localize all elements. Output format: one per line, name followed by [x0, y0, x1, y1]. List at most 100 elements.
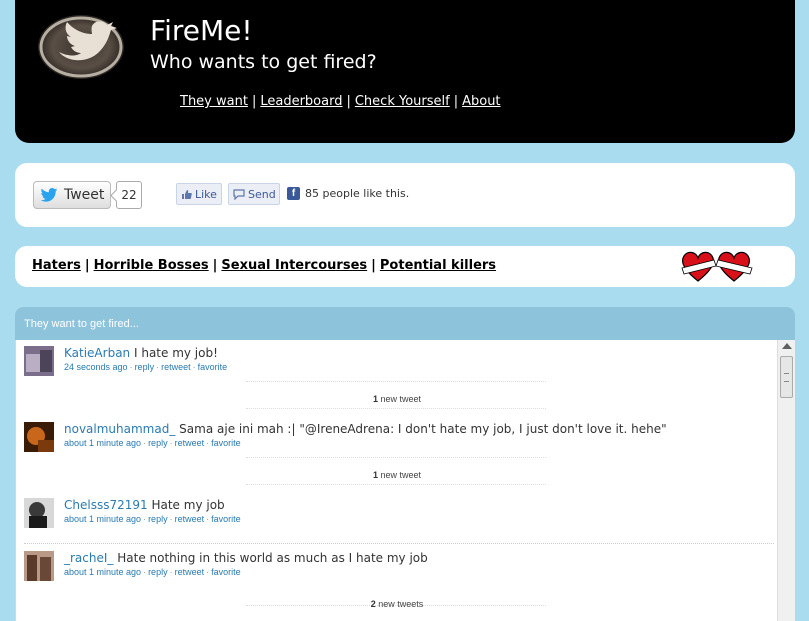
- tweet-count-badge: 22: [116, 181, 142, 209]
- facebook-icon: f: [287, 187, 300, 200]
- retweet-link[interactable]: retweet: [175, 438, 205, 448]
- tweet-text: _racheI_ Hate nothing in this world as m…: [64, 551, 428, 565]
- tweet-meta: about 1 minute ago · reply · retweet · favorit…: [64, 567, 241, 577]
- reply-link[interactable]: reply: [148, 514, 168, 524]
- tweet-timestamp[interactable]: about 1 minute ago: [64, 567, 141, 577]
- tweet-body: I hate my job!: [133, 346, 218, 360]
- new-tweets-notice[interactable]: 2 new tweets: [16, 599, 778, 609]
- new-tweets-label: new tweet: [380, 394, 422, 404]
- tweet-meta: 24 seconds ago · reply · retweet · favorite: [64, 362, 227, 372]
- fb-like-count: f 85 people like this.: [287, 187, 409, 200]
- main-nav: They want | Leaderboard | Check Yourself | Abo…: [180, 94, 501, 109]
- new-tweets-label: new tweet: [380, 470, 422, 480]
- tweet-meta: about 1 minute ago · reply · retweet · favorit…: [64, 514, 241, 524]
- new-tweets-notice[interactable]: 1 new tweet: [16, 394, 778, 404]
- category-separator: |: [84, 258, 90, 273]
- tweet-button[interactable]: Tweet: [33, 181, 111, 209]
- category-haters[interactable]: Haters: [32, 258, 81, 273]
- social-bar: Tweet 22 Like Send f 85 people like this…: [15, 163, 795, 227]
- favorite-link[interactable]: favorite: [198, 362, 228, 372]
- category-separator: |: [212, 258, 218, 273]
- fb-like-count-text: 85 people like this.: [305, 187, 410, 200]
- favorite-link[interactable]: favorite: [211, 438, 241, 448]
- divider: [246, 408, 546, 409]
- nav-separator: |: [346, 94, 351, 109]
- chat-bubble-icon: [233, 188, 245, 200]
- category-separator: |: [371, 258, 376, 273]
- reply-link[interactable]: reply: [148, 438, 168, 448]
- reply-link[interactable]: reply: [148, 567, 168, 577]
- nav-they-want[interactable]: They want: [180, 94, 248, 109]
- love-hate-hearts-icon: [681, 251, 753, 282]
- tweet-username[interactable]: novalmuhammad_: [64, 422, 175, 436]
- meta-dot: ·: [143, 438, 147, 448]
- new-tweets-count: 1: [372, 470, 378, 480]
- meta-dot: ·: [169, 438, 173, 448]
- category-horrible-bosses[interactable]: Horrible Bosses: [94, 258, 209, 273]
- feed-heading: They want to get fired...: [15, 307, 795, 340]
- retweet-link[interactable]: retweet: [175, 514, 205, 524]
- avatar[interactable]: [24, 346, 54, 376]
- meta-dot: ·: [169, 567, 173, 577]
- fb-send-button[interactable]: Send: [228, 183, 280, 205]
- meta-dot: ·: [192, 362, 196, 372]
- tweet-body: Sama aje ini mah :| "@IreneAdrena: I don…: [179, 422, 667, 436]
- meta-dot: ·: [143, 514, 147, 524]
- tweet-text: novalmuhammad_ Sama aje ini mah :| "@Ire…: [64, 422, 667, 436]
- thumbs-up-icon: [182, 189, 192, 199]
- avatar[interactable]: [24, 551, 54, 581]
- avatar[interactable]: [24, 422, 54, 452]
- tweet-timestamp[interactable]: about 1 minute ago: [64, 514, 141, 524]
- tweet-button-label: Tweet: [64, 187, 105, 203]
- site-subtitle: Who wants to get fired?: [150, 51, 377, 73]
- tweet-text: KatieArban I hate my job!: [64, 346, 218, 360]
- scroll-up-arrow-icon[interactable]: [782, 343, 792, 349]
- nav-check-yourself[interactable]: Check Yourself: [355, 94, 450, 109]
- tweet-feed: They want to get fired... KatieArban I h…: [15, 307, 795, 621]
- nav-about[interactable]: About: [462, 94, 500, 109]
- site-title: FireMe!: [150, 14, 253, 47]
- meta-dot: ·: [143, 567, 147, 577]
- category-links: Haters | Horrible Bosses | Sexual Intercours…: [32, 258, 496, 273]
- tweet-meta: about 1 minute ago · reply · retweet · favorit…: [64, 438, 241, 448]
- feed-scrollbar[interactable]: [777, 340, 795, 621]
- favorite-link[interactable]: favorite: [211, 514, 241, 524]
- divider: [246, 381, 546, 382]
- category-sexual-intercourses[interactable]: Sexual Intercourses: [221, 258, 367, 273]
- meta-dot: ·: [169, 514, 173, 524]
- retweet-link[interactable]: retweet: [161, 362, 191, 372]
- new-tweets-count: 2: [370, 599, 376, 609]
- tweet-username[interactable]: KatieArban: [64, 346, 130, 360]
- divider: [246, 484, 546, 485]
- favorite-link[interactable]: favorite: [211, 567, 241, 577]
- nav-separator: |: [251, 94, 257, 109]
- scroll-thumb[interactable]: [780, 356, 793, 398]
- tweet-body: Hate my job: [151, 498, 225, 512]
- divider: [246, 457, 546, 458]
- category-potential-killers[interactable]: Potential killers: [380, 258, 496, 273]
- site-header: FireMe! Who wants to get fired? They wan…: [15, 0, 795, 143]
- nav-leaderboard[interactable]: Leaderboard: [260, 94, 342, 109]
- tweet-body: Hate nothing in this world as much as I …: [117, 551, 428, 565]
- divider: [24, 543, 774, 544]
- twitter-bird-logo-icon: [38, 15, 124, 79]
- tweet-username[interactable]: _racheI_: [64, 551, 113, 565]
- new-tweets-label: new tweets: [378, 599, 424, 609]
- new-tweets-count: 1: [372, 394, 378, 404]
- fb-send-label: Send: [248, 187, 276, 201]
- nav-separator: |: [453, 94, 459, 109]
- retweet-link[interactable]: retweet: [175, 567, 205, 577]
- fb-like-button[interactable]: Like: [176, 183, 222, 205]
- reply-link[interactable]: reply: [135, 362, 155, 372]
- fb-like-label: Like: [195, 187, 217, 201]
- avatar[interactable]: [24, 498, 54, 528]
- new-tweets-notice[interactable]: 1 new tweet: [16, 470, 778, 480]
- category-bar: Haters | Horrible Bosses | Sexual Intercours…: [15, 246, 795, 287]
- tweet-timestamp[interactable]: 24 seconds ago: [64, 362, 128, 372]
- tweet-timestamp[interactable]: about 1 minute ago: [64, 438, 141, 448]
- twitter-bird-icon: [40, 188, 58, 202]
- meta-dot: ·: [129, 362, 133, 372]
- feed-body[interactable]: KatieArban I hate my job! 24 seconds ago…: [15, 340, 777, 621]
- tweet-text: Chelsss72191 Hate my job: [64, 498, 225, 512]
- tweet-username[interactable]: Chelsss72191: [64, 498, 148, 512]
